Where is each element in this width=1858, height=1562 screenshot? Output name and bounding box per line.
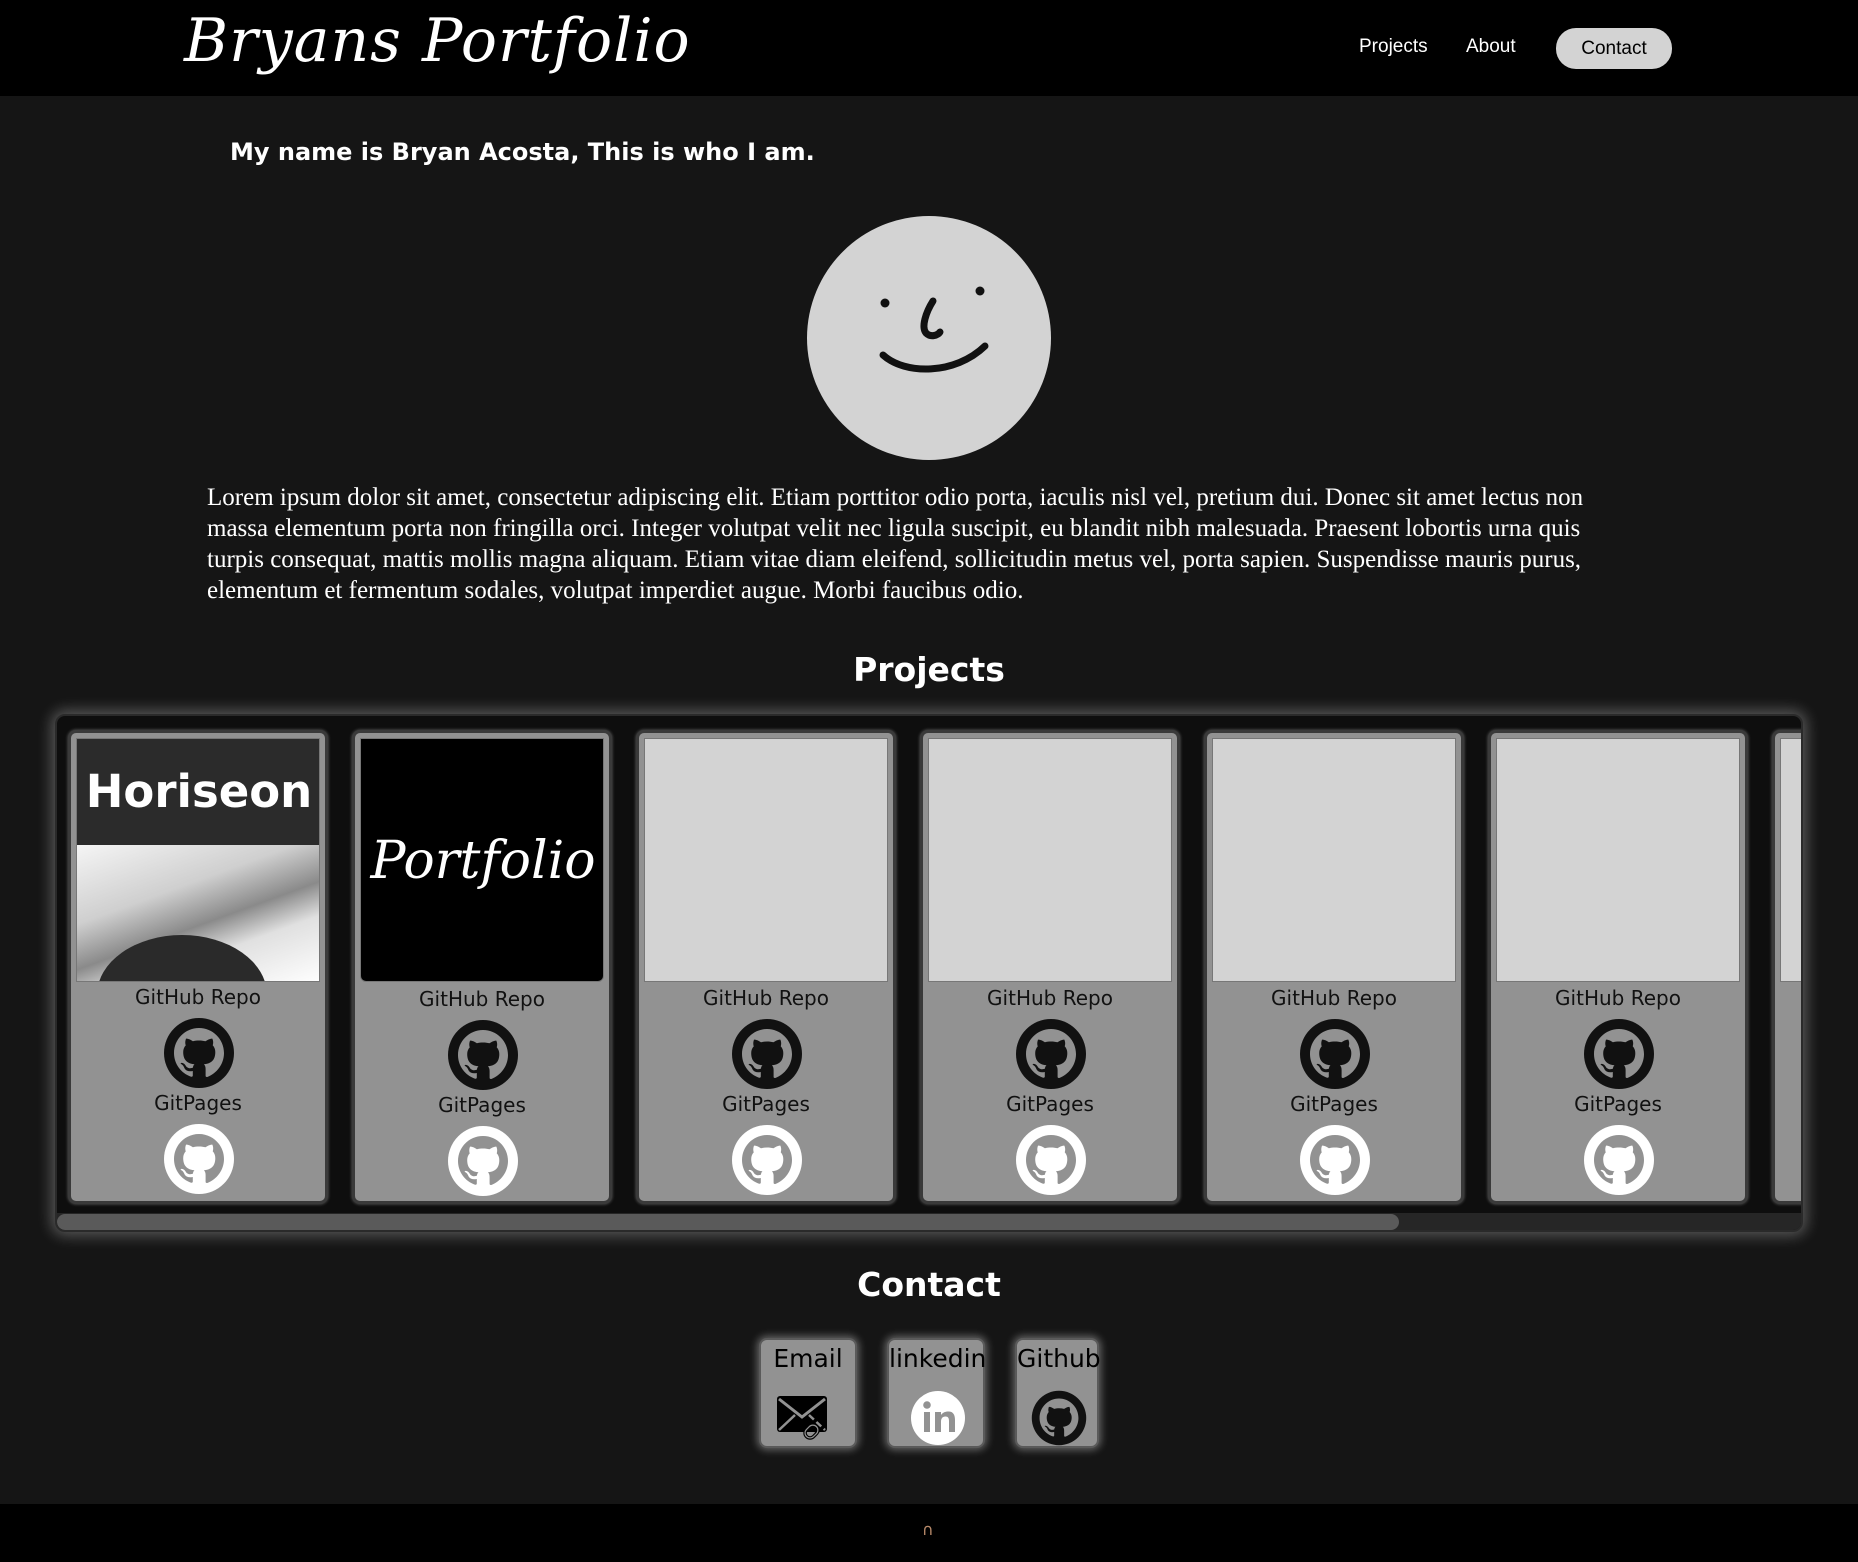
gitpages-icon[interactable] (163, 1123, 235, 1195)
site-header: Bryans Portfolio Projects About Contact (0, 0, 1858, 96)
site-footer: ∩ (0, 1504, 1858, 1562)
project-card-partial (1772, 730, 1801, 1204)
github-repo-label: GitHub Repo (1271, 986, 1397, 1010)
nav-projects[interactable]: Projects (1359, 36, 1428, 58)
projects-title: Projects (853, 650, 1005, 689)
project-card: Portfolio GitHub Repo GitPages (352, 730, 612, 1204)
gitpages-icon[interactable] (1015, 1124, 1087, 1196)
github-repo-label: GitHub Repo (1555, 986, 1681, 1010)
project-card: GitHub Repo GitPages (920, 730, 1180, 1204)
contact-github-label: Github (1017, 1344, 1101, 1373)
github-repo-label: GitHub Repo (135, 985, 261, 1009)
github-repo-icon[interactable] (1015, 1018, 1087, 1090)
github-repo-icon[interactable] (1299, 1018, 1371, 1090)
project-card: GitHub Repo GitPages (636, 730, 896, 1204)
github-icon (1031, 1390, 1087, 1446)
gitpages-label: GitPages (1290, 1092, 1378, 1116)
gitpages-label: GitPages (154, 1091, 242, 1115)
github-repo-label: GitHub Repo (419, 987, 545, 1011)
contact-email-label: Email (773, 1344, 843, 1373)
project-thumbnail-placeholder[interactable] (644, 738, 888, 982)
contact-github-card[interactable]: Github (1015, 1338, 1101, 1448)
github-repo-label: GitHub Repo (987, 986, 1113, 1010)
email-link-icon (777, 1396, 827, 1440)
gitpages-label: GitPages (1574, 1092, 1662, 1116)
project-card: Horiseon GitHub Repo GitPages (68, 730, 328, 1204)
gitpages-icon[interactable] (447, 1125, 519, 1197)
project-thumbnail[interactable]: Horiseon (76, 738, 320, 982)
gitpages-label: GitPages (722, 1092, 810, 1116)
intro-heading: My name is Bryan Acosta, This is who I a… (230, 138, 815, 166)
contact-linkedin-card[interactable]: linkedin (887, 1338, 987, 1448)
nav-contact-button[interactable]: Contact (1556, 28, 1672, 69)
github-repo-icon[interactable] (731, 1018, 803, 1090)
github-repo-icon[interactable] (447, 1019, 519, 1091)
bio-paragraph: Lorem ipsum dolor sit amet, consectetur … (207, 484, 1584, 604)
project-thumbnail-placeholder[interactable] (1780, 738, 1801, 982)
nav-about[interactable]: About (1466, 36, 1516, 58)
gitpages-icon[interactable] (731, 1124, 803, 1196)
project-thumbnail-placeholder[interactable] (1212, 738, 1456, 982)
projects-carousel[interactable]: Horiseon GitHub Repo GitPages Portfolio … (55, 714, 1803, 1232)
gitpages-icon[interactable] (1583, 1124, 1655, 1196)
carousel-scrollbar-thumb[interactable] (57, 1214, 1399, 1230)
gitpages-label: GitPages (1006, 1092, 1094, 1116)
github-repo-label: GitHub Repo (703, 986, 829, 1010)
project-thumbnail-placeholder[interactable] (1496, 738, 1740, 982)
github-repo-icon[interactable] (1583, 1018, 1655, 1090)
github-repo-icon[interactable] (163, 1017, 235, 1089)
contact-linkedin-label: linkedin (889, 1344, 987, 1373)
project-thumbnail-photo (77, 845, 319, 981)
site-logo[interactable]: Bryans Portfolio (184, 6, 691, 76)
footer-mark-icon: ∩ (922, 1520, 934, 1539)
project-thumbnail-title: Horiseon (77, 739, 319, 845)
gitpages-icon[interactable] (1299, 1124, 1371, 1196)
project-card: GitHub Repo GitPages (1204, 730, 1464, 1204)
gitpages-label: GitPages (438, 1093, 526, 1117)
project-card: GitHub Repo GitPages (1488, 730, 1748, 1204)
project-thumbnail-title: Portfolio (370, 831, 596, 891)
contact-email-card[interactable]: Email (759, 1338, 857, 1448)
project-thumbnail-placeholder[interactable] (928, 738, 1172, 982)
smiley-avatar (807, 216, 1051, 460)
project-thumbnail[interactable]: Portfolio (360, 738, 604, 982)
linkedin-icon (911, 1391, 965, 1445)
contact-title: Contact (857, 1265, 1001, 1304)
